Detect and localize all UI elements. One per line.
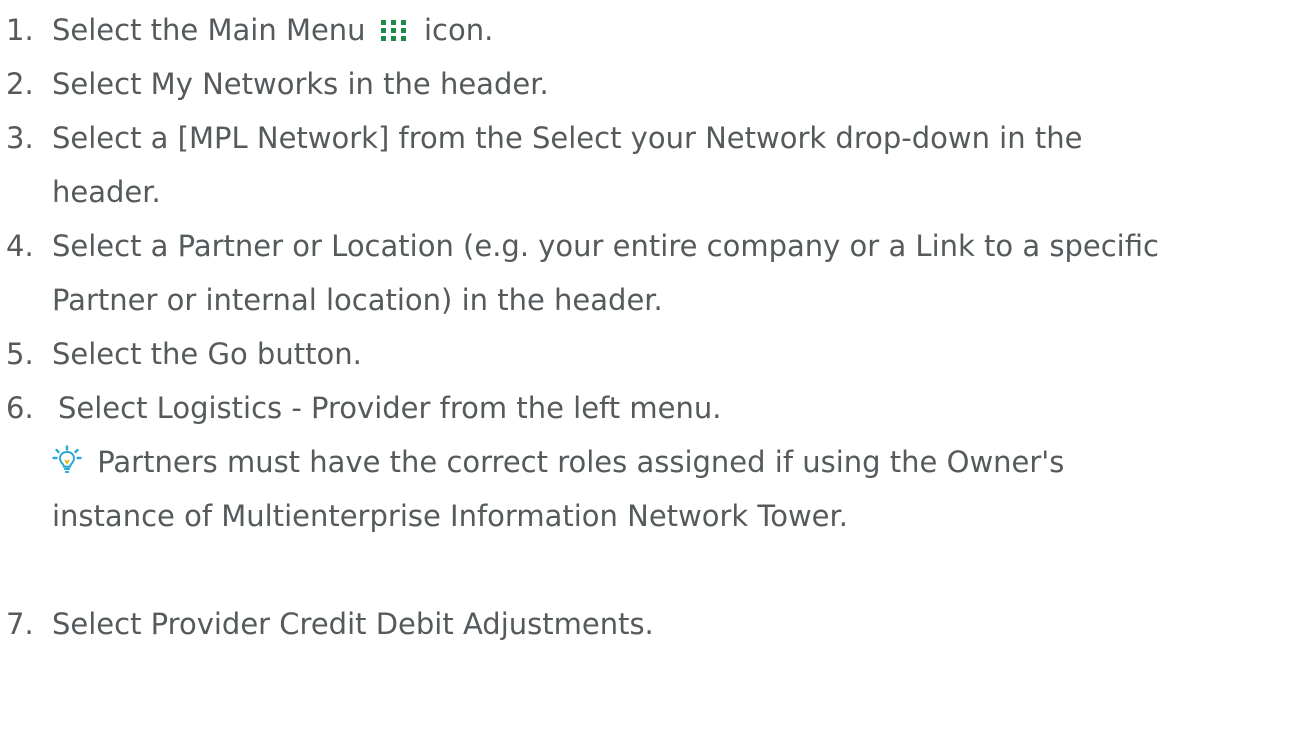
step-number: 4. xyxy=(6,229,34,263)
tip-text: Partners must have the correct roles ass… xyxy=(97,445,1065,479)
step-number: 6. xyxy=(6,391,34,425)
step-number: 3. xyxy=(6,121,34,155)
lightbulb-icon xyxy=(52,445,82,475)
step-text: Select Provider Credit Debit Adjustments… xyxy=(52,607,654,641)
tip-text-line-2: instance of Multienterprise Information … xyxy=(52,499,848,533)
step-number: 5. xyxy=(6,337,34,371)
step-text-line-2: header. xyxy=(52,175,161,209)
step-number: 7. xyxy=(6,607,34,641)
step-text-line-1: Select a [MPL Network] from the Select y… xyxy=(52,121,1083,155)
step-text: Select My Networks in the header. xyxy=(52,67,549,101)
step-text-after-icon: icon. xyxy=(424,13,494,47)
step-text-line-1: Select a Partner or Location (e.g. your … xyxy=(52,229,1159,263)
grid-menu-icon xyxy=(379,12,409,41)
step-text-before-icon: Select the Main Menu xyxy=(52,13,366,47)
step-text: Select the Main Menu icon. xyxy=(52,10,493,50)
step-text: Select Logistics - Provider from the lef… xyxy=(58,391,722,425)
step-number: 1. xyxy=(6,13,34,47)
step-text-line-2: Partner or internal location) in the hea… xyxy=(52,283,663,317)
step-number: 2. xyxy=(6,67,34,101)
tip-text-line-1: Partners must have the correct roles ass… xyxy=(52,442,1064,482)
step-text: Select the Go button. xyxy=(52,337,362,371)
